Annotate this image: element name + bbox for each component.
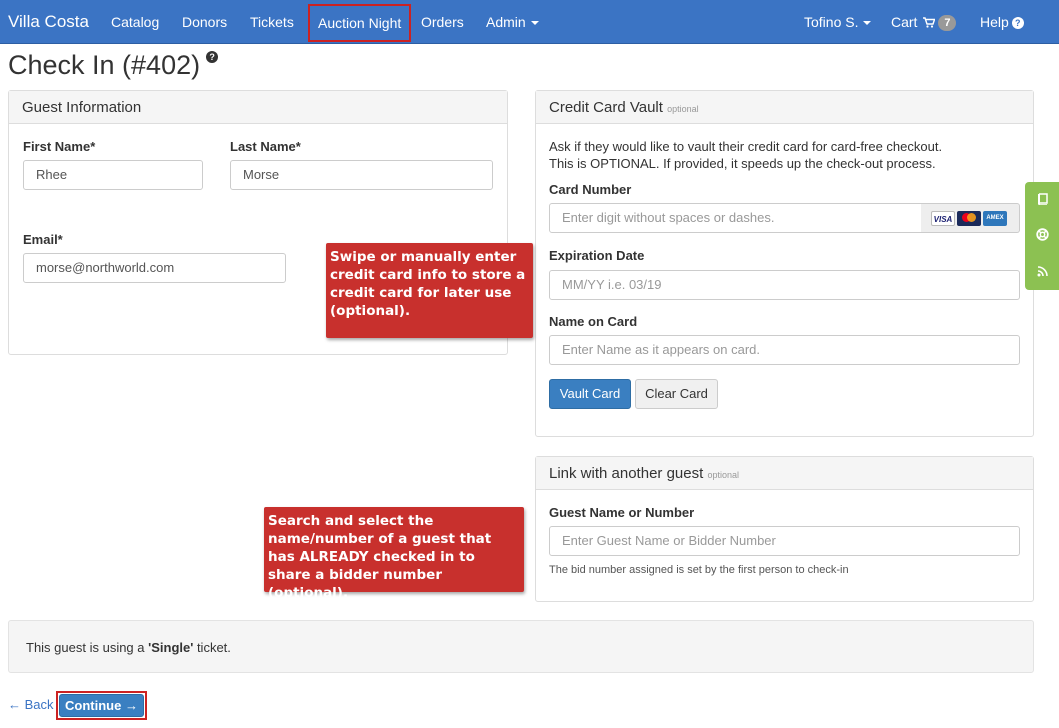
page-title: Check In (#402)? (8, 50, 219, 81)
card-number-label: Card Number (549, 182, 632, 197)
question-icon: ? (1011, 17, 1024, 29)
expiration-label: Expiration Date (549, 248, 645, 263)
nav-user-label: Tofino S. (804, 14, 859, 30)
cart-icon (923, 17, 936, 28)
nav-tickets[interactable]: Tickets (250, 14, 294, 30)
continue-button[interactable]: Continue → (59, 694, 144, 717)
nav-orders[interactable]: Orders (421, 14, 464, 30)
clear-card-button[interactable]: Clear Card (635, 379, 718, 409)
navbar: Villa Costa Catalog Donors Tickets Aucti… (0, 0, 1059, 44)
vault-intro-line-1: Ask if they would like to vault their cr… (549, 139, 943, 154)
bid-number-help-text: The bid number assigned is set by the fi… (549, 564, 849, 576)
nav-auction-night[interactable]: Auction Night (308, 4, 412, 42)
email-input[interactable]: morse@northworld.com (23, 253, 286, 283)
ticket-info-text: This guest is using a 'Single' ticket. (26, 640, 231, 655)
nav-help[interactable]: Help? (980, 14, 1024, 30)
card-logos-addon: VISA AMEX (921, 203, 1020, 233)
first-name-label: First Name* (23, 139, 96, 154)
card-number-input[interactable]: Enter digit without spaces or dashes. (549, 203, 922, 233)
ticket-type: 'Single' (148, 640, 194, 655)
ticket-info-prefix: This guest is using a (26, 640, 149, 655)
page-title-text: Check In (#402) (8, 50, 201, 80)
rss-icon[interactable] (1025, 254, 1059, 290)
visa-logo: VISA (931, 211, 955, 226)
nav-admin-label: Admin (486, 14, 526, 30)
vault-intro-line-2: This is OPTIONAL. If provided, it speeds… (549, 156, 936, 171)
lifebuoy-icon[interactable] (1025, 218, 1059, 254)
credit-card-vault-heading: Credit Card Vault optional (536, 91, 1033, 124)
guest-information-heading: Guest Information (9, 91, 507, 124)
expiration-input[interactable]: MM/YY i.e. 03/19 (549, 270, 1020, 300)
chevron-down-icon (530, 21, 539, 26)
vault-optional-note: optional (667, 104, 699, 114)
guest-name-or-number-label: Guest Name or Number (549, 505, 695, 520)
last-name-label: Last Name* (230, 139, 301, 154)
vault-card-button[interactable]: Vault Card (549, 379, 631, 409)
question-icon[interactable]: ? (206, 51, 219, 63)
guest-callout: Search and select the name/number of a g… (264, 507, 524, 601)
side-tabs (1025, 182, 1059, 290)
guest-search-input[interactable]: Enter Guest Name or Bidder Number (549, 526, 1020, 556)
nav-cart-label: Cart (891, 14, 918, 30)
vault-heading-text: Credit Card Vault (549, 99, 663, 116)
name-on-card-input[interactable]: Enter Name as it appears on card. (549, 335, 1020, 365)
continue-highlight: Continue → (56, 691, 147, 720)
link-optional-note: optional (707, 470, 739, 480)
mastercard-logo (957, 211, 981, 226)
last-name-input[interactable]: Morse (230, 160, 493, 190)
cart-count-badge: 7 (938, 15, 957, 31)
email-label: Email* (23, 232, 63, 247)
nav-catalog[interactable]: Catalog (111, 14, 159, 30)
nav-donors[interactable]: Donors (182, 14, 227, 30)
link-guest-heading: Link with another guest optional (536, 457, 1033, 490)
brand-link[interactable]: Villa Costa (8, 12, 89, 32)
book-icon[interactable] (1025, 182, 1059, 218)
card-callout: Swipe or manually enter credit card info… (326, 243, 533, 338)
first-name-input[interactable]: Rhee (23, 160, 203, 190)
nav-help-label: Help (980, 14, 1009, 30)
name-on-card-label: Name on Card (549, 314, 638, 329)
nav-cart[interactable]: Cart 7 (891, 14, 957, 31)
nav-admin[interactable]: Admin (486, 14, 539, 30)
chevron-down-icon (863, 21, 872, 26)
ticket-info-suffix: ticket. (193, 640, 231, 655)
ticket-info-well: This guest is using a 'Single' ticket. (8, 620, 1034, 673)
back-link[interactable]: ← Back (8, 697, 54, 712)
amex-logo: AMEX (983, 211, 1007, 226)
nav-user-menu[interactable]: Tofino S. (804, 14, 872, 30)
link-heading-text: Link with another guest (549, 465, 704, 482)
